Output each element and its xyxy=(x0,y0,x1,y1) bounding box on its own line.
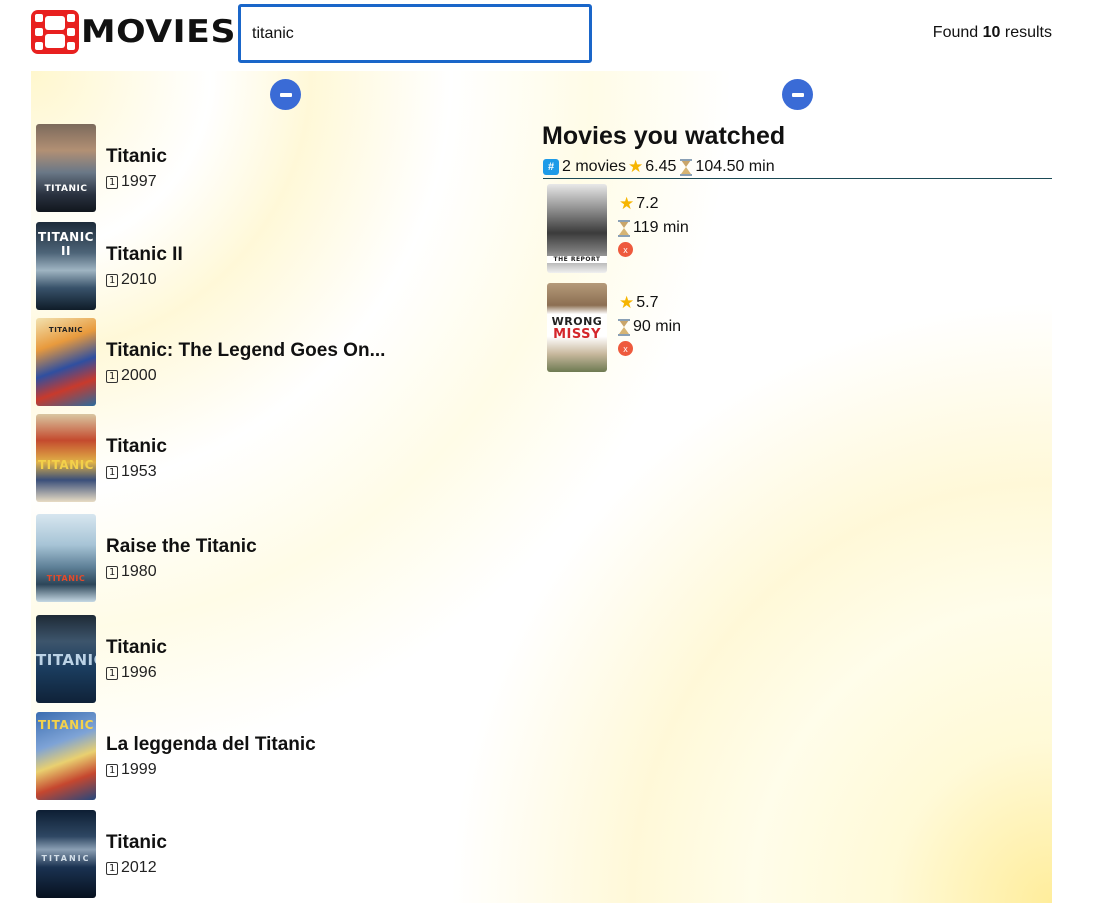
result-item[interactable]: TITANIC Titanic 1 1953 xyxy=(36,413,516,503)
hourglass-icon xyxy=(680,158,693,176)
minus-icon xyxy=(791,92,804,97)
star-icon: ★ xyxy=(619,194,635,213)
result-title: Titanic xyxy=(106,832,167,853)
result-item[interactable]: TITANIC Titanic: The Legend Goes On... 1… xyxy=(36,317,516,407)
app-logo[interactable]: MOVIES xyxy=(31,10,235,54)
result-title: Titanic xyxy=(106,146,167,167)
result-item[interactable]: TITANIC Titanic 1 2012 xyxy=(36,809,516,899)
result-item[interactable]: TITANIC Titanic 1 1996 xyxy=(36,614,516,704)
result-title: Titanic xyxy=(106,436,167,457)
watched-item: WRONG MISSY ★ 5.7 90 min x xyxy=(547,283,847,373)
results-count-suffix: results xyxy=(1004,24,1052,41)
result-item[interactable]: TITANIC II Titanic II 1 2010 xyxy=(36,221,516,311)
movie-poster: THE REPORT xyxy=(547,184,607,273)
minus-icon xyxy=(279,92,292,97)
result-title: Titanic xyxy=(106,637,167,658)
hourglass-icon xyxy=(618,319,630,336)
hash-icon: # xyxy=(543,158,559,175)
calendar-icon: 1 xyxy=(106,763,118,777)
remove-watched-button[interactable]: x xyxy=(618,242,633,257)
watched-rating: 5.7 xyxy=(636,294,659,311)
result-year: 2012 xyxy=(121,859,157,876)
calendar-icon: 1 xyxy=(106,666,118,680)
calendar-icon: 1 xyxy=(106,369,118,383)
movie-poster: TITANIC xyxy=(36,318,96,406)
watched-title: Movies you watched xyxy=(542,122,786,150)
result-item[interactable]: TITANIC Titanic 1 1997 xyxy=(36,123,516,213)
movie-poster: TITANIC xyxy=(36,514,96,602)
result-year: 2010 xyxy=(121,271,157,288)
remove-watched-button[interactable]: x xyxy=(618,341,633,356)
movie-poster: TITANIC xyxy=(36,615,96,703)
watched-rating: 7.2 xyxy=(636,195,659,212)
main-panel: TITANIC Titanic 1 1997 TITANIC II Titani… xyxy=(31,71,1052,903)
movie-poster: TITANIC xyxy=(36,124,96,212)
movie-poster: TITANIC xyxy=(36,414,96,502)
result-year: 1953 xyxy=(121,463,157,480)
collapse-results-button[interactable] xyxy=(270,79,301,110)
result-year: 1997 xyxy=(121,173,157,190)
watched-item: THE REPORT ★ 7.2 119 min x xyxy=(547,184,847,274)
movie-poster: WRONG MISSY xyxy=(547,283,607,372)
calendar-icon: 1 xyxy=(106,861,118,875)
movie-poster: TITANIC xyxy=(36,712,96,800)
watched-count: 2 movies xyxy=(562,157,627,175)
results-count: Found 10 results xyxy=(933,24,1052,42)
result-item[interactable]: TITANIC Raise the Titanic 1 1980 xyxy=(36,513,516,603)
watched-runtime: 90 min xyxy=(633,318,682,335)
hourglass-icon xyxy=(618,220,630,237)
result-title: Titanic: The Legend Goes On... xyxy=(106,340,386,361)
result-title: La leggenda del Titanic xyxy=(106,734,316,755)
film-reel-icon xyxy=(31,10,79,54)
watched-avg-rating: 6.45 xyxy=(645,157,677,175)
calendar-icon: 1 xyxy=(106,175,118,189)
watched-runtime: 119 min xyxy=(633,219,689,236)
movie-poster: TITANIC xyxy=(36,810,96,898)
collapse-watched-button[interactable] xyxy=(782,79,813,110)
result-item[interactable]: TITANIC La leggenda del Titanic 1 1999 xyxy=(36,711,516,801)
result-title: Raise the Titanic xyxy=(106,536,257,557)
logo-text: MOVIES xyxy=(81,14,237,50)
results-count-number: 10 xyxy=(982,24,1001,41)
result-year: 1980 xyxy=(121,563,157,580)
watched-total-runtime: 104.50 min xyxy=(695,157,775,175)
calendar-icon: 1 xyxy=(106,465,118,479)
result-year: 2000 xyxy=(121,367,157,384)
movie-poster: TITANIC II xyxy=(36,222,96,310)
star-icon: ★ xyxy=(628,156,644,176)
star-icon: ★ xyxy=(619,293,635,312)
search-input[interactable] xyxy=(238,4,592,63)
results-count-prefix: Found xyxy=(932,24,979,41)
result-title: Titanic II xyxy=(106,244,183,265)
watched-summary: # 2 movies ★ 6.45 104.50 min xyxy=(543,155,1052,179)
result-year: 1996 xyxy=(121,664,157,681)
calendar-icon: 1 xyxy=(106,565,118,579)
result-year: 1999 xyxy=(121,761,157,778)
calendar-icon: 1 xyxy=(106,273,118,287)
